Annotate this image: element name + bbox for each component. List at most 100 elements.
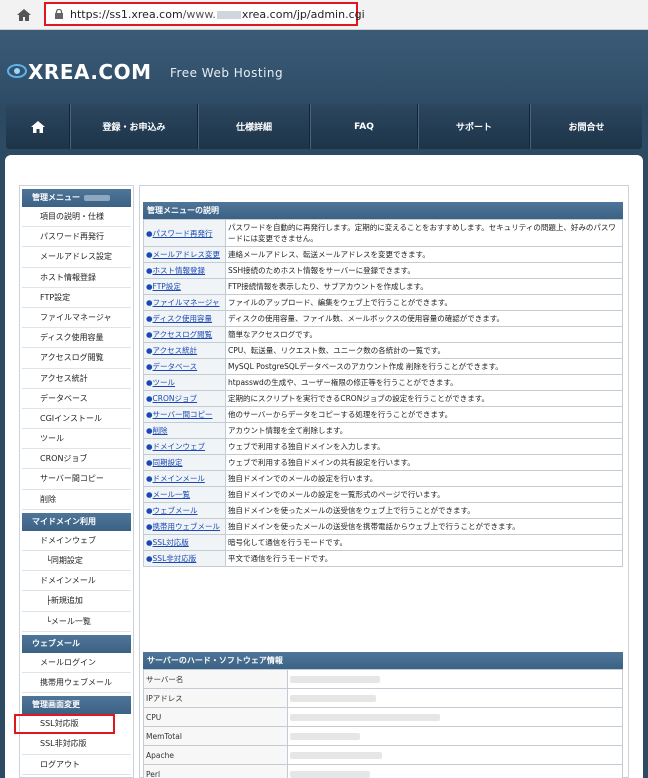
table-row: ●削除 アカウント情報を全て削除します。 bbox=[143, 422, 623, 439]
desc-key-link[interactable]: SSL非対応版 bbox=[153, 554, 197, 563]
nav-register[interactable]: 登録・お申込み bbox=[70, 104, 198, 149]
sidebar-item-access-stats[interactable]: アクセス統計 bbox=[22, 369, 131, 389]
desc-key-link[interactable]: ディスク使用容量 bbox=[153, 314, 212, 323]
table-row: CPU bbox=[143, 707, 623, 727]
desc-key-link[interactable]: SSL対応版 bbox=[153, 538, 189, 547]
desc-key-link[interactable]: ホスト情報登録 bbox=[153, 266, 206, 275]
home-icon[interactable] bbox=[16, 7, 32, 23]
desc-key-link[interactable]: ウェブメール bbox=[153, 506, 198, 515]
spec-value-cell bbox=[287, 707, 623, 727]
desc-key-link[interactable]: 携帯用ウェブメール bbox=[153, 522, 221, 531]
desc-key-link[interactable]: CRONジョブ bbox=[153, 394, 197, 403]
sidebar-item-ssl[interactable]: SSL対応版 bbox=[14, 714, 115, 735]
desc-text-cell: ディスクの使用容量、ファイル数、メールボックスの使用容量の確認ができます。 bbox=[225, 310, 623, 327]
table-row: ●ホスト情報登録 SSH接続のためホスト情報をサーバーに登録できます。 bbox=[143, 262, 623, 279]
desc-text-cell: ウェブで利用する独自ドメインを入力します。 bbox=[225, 438, 623, 455]
desc-text-cell: MySQL PostgreSQLデータベースのアカウント作成 削除を行うことがで… bbox=[225, 358, 623, 375]
sidebar-item-disk[interactable]: ディスク使用容量 bbox=[22, 328, 131, 349]
sidebar-item-mail-login[interactable]: メールログイン bbox=[22, 653, 131, 673]
spec-key-cell: MemTotal bbox=[143, 726, 288, 746]
desc-key-cell: ●パスワード再発行 bbox=[143, 219, 226, 247]
desc-key-link[interactable]: FTP設定 bbox=[153, 282, 181, 291]
spec-value-cell bbox=[287, 745, 623, 765]
table-row: サーバー名 bbox=[143, 669, 623, 689]
desc-key-cell: ●削除 bbox=[143, 422, 226, 439]
sidebar-item-host[interactable]: ホスト情報登録 bbox=[22, 268, 131, 288]
desc-key-link[interactable]: アクセスログ閲覧 bbox=[153, 330, 213, 339]
desc-key-link[interactable]: メールアドレス変更 bbox=[153, 250, 221, 259]
desc-text-cell: 連絡メールアドレス、転送メールアドレスを変更できます。 bbox=[225, 246, 623, 263]
sidebar-item-password[interactable]: パスワード再発行 bbox=[22, 227, 131, 248]
home-icon bbox=[30, 120, 45, 133]
desc-text-cell: 定期的にスクリプトを実行できるCRONジョブの設定を行うことができます。 bbox=[225, 390, 623, 407]
sidebar-item-ftp[interactable]: FTP設定 bbox=[22, 288, 131, 308]
url-input[interactable]: https://ss1.xrea.com/www. xrea.com/jp/adm… bbox=[44, 2, 365, 26]
desc-key-cell: ●SSL非対応版 bbox=[143, 550, 226, 567]
sidebar-item-cron[interactable]: CRONジョブ bbox=[22, 449, 131, 470]
sidebar-item-non-ssl[interactable]: SSL非対応版 bbox=[22, 734, 131, 755]
sidebar-item-logout[interactable]: ログアウト bbox=[22, 755, 131, 775]
desc-key-link[interactable]: ドメインメール bbox=[153, 474, 205, 483]
desc-key-link[interactable]: 削除 bbox=[153, 426, 168, 435]
nav-specs[interactable]: 仕様詳細 bbox=[198, 104, 310, 149]
desc-text-cell: 独自ドメインでのメールの設定を行います。 bbox=[225, 470, 623, 487]
desc-key-link[interactable]: ファイルマネージャ bbox=[153, 298, 220, 307]
desc-key-link[interactable]: データベース bbox=[153, 362, 198, 371]
url-path: /jp/admin.cgi bbox=[293, 8, 365, 21]
site-logo[interactable]: XREA.COM bbox=[28, 60, 152, 84]
desc-key-cell: ●ツール bbox=[143, 374, 226, 391]
sidebar-item-delete[interactable]: 削除 bbox=[22, 490, 131, 510]
desc-key-cell: ●同期設定 bbox=[143, 454, 226, 471]
sidebar-item-cgi[interactable]: CGIインストール bbox=[22, 409, 131, 430]
sidebar-heading-label: 管理メニュー bbox=[32, 193, 80, 202]
nav-home[interactable] bbox=[6, 104, 70, 149]
sidebar-item-access-log[interactable]: アクセスログ閲覧 bbox=[22, 348, 131, 369]
sidebar-item-tools[interactable]: ツール bbox=[22, 429, 131, 450]
desc-text-cell: htpasswdの生成や、ユーザー権限の修正等を行うことができます。 bbox=[225, 374, 623, 391]
nav-support[interactable]: サポート bbox=[418, 104, 530, 149]
desc-text-cell: 簡単なアクセスログです。 bbox=[225, 326, 623, 343]
table-row: ●メールアドレス変更 連絡メールアドレス、転送メールアドレスを変更できます。 bbox=[143, 246, 623, 263]
desc-text-cell: FTP接続情報を表示したり、サブアカウントを作成します。 bbox=[225, 278, 623, 295]
sidebar-item-new-add[interactable]: ├新規追加 bbox=[22, 591, 131, 612]
desc-key-link[interactable]: パスワード再発行 bbox=[153, 229, 213, 238]
table-row: Perl bbox=[143, 764, 623, 778]
nav-contact[interactable]: お問合せ bbox=[530, 104, 642, 149]
desc-key-link[interactable]: アクセス統計 bbox=[153, 346, 198, 355]
table-row: ●ディスク使用容量 ディスクの使用容量、ファイル数、メールボックスの使用容量の確認… bbox=[143, 310, 623, 327]
sidebar-item-domain-mail[interactable]: ドメインメール bbox=[22, 571, 131, 592]
nav-faq[interactable]: FAQ bbox=[310, 104, 418, 149]
sidebar-item-spec[interactable]: 項目の説明・仕様 bbox=[22, 207, 131, 228]
table-row: ●ツール htpasswdの生成や、ユーザー権限の修正等を行うことができます。 bbox=[143, 374, 623, 391]
desc-key-link[interactable]: ツール bbox=[153, 378, 176, 387]
sidebar-item-file-manager[interactable]: ファイルマネージャ bbox=[22, 308, 131, 329]
redacted-value bbox=[290, 676, 380, 683]
table-row: MemTotal bbox=[143, 726, 623, 746]
redacted-username bbox=[84, 194, 110, 201]
redacted-value bbox=[290, 771, 370, 778]
table-row: ●携帯用ウェブメール 独自ドメインを使ったメールの送受信を携帯電話からウェブ上で行… bbox=[143, 518, 623, 535]
redacted-value bbox=[290, 714, 440, 721]
sidebar-item-sync[interactable]: └同期設定 bbox=[22, 551, 131, 572]
url-scheme: https://ss1. bbox=[70, 8, 132, 21]
sidebar-item-domain-web[interactable]: ドメインウェブ bbox=[22, 531, 131, 551]
desc-text-cell: 独自ドメインを使ったメールの送受信を携帯電話からウェブ上で行うことができます。 bbox=[225, 518, 623, 535]
sidebar-item-server-copy[interactable]: サーバー間コピー bbox=[22, 469, 131, 490]
desc-key-cell: ●ホスト情報登録 bbox=[143, 262, 226, 279]
desc-key-link[interactable]: 同期設定 bbox=[153, 458, 183, 467]
desc-key-cell: ●データベース bbox=[143, 358, 226, 375]
desc-key-cell: ●SSL対応版 bbox=[143, 534, 226, 551]
browser-address-bar: https://ss1.xrea.com/www. xrea.com/jp/adm… bbox=[0, 0, 648, 30]
main-nav: 登録・お申込み 仕様詳細 FAQ サポート お問合せ bbox=[6, 104, 642, 149]
desc-key-cell: ●メールアドレス変更 bbox=[143, 246, 226, 263]
sidebar-item-mail-address[interactable]: メールアドレス設定 bbox=[22, 247, 131, 268]
desc-key-link[interactable]: サーバー間コピー bbox=[153, 410, 213, 419]
sidebar-item-database[interactable]: データベース bbox=[22, 389, 131, 409]
table-row: Apache bbox=[143, 745, 623, 765]
desc-key-link[interactable]: ドメインウェブ bbox=[153, 442, 206, 451]
table-row: ●ドメインウェブ ウェブで利用する独自ドメインを入力します。 bbox=[143, 438, 623, 455]
desc-text-cell: 他のサーバーからデータをコピーする処理を行うことができます。 bbox=[225, 406, 623, 423]
sidebar-item-mail-list[interactable]: └メール一覧 bbox=[22, 612, 131, 632]
sidebar-item-mobile-webmail[interactable]: 携帯用ウェブメール bbox=[22, 673, 131, 694]
desc-key-link[interactable]: メール一覧 bbox=[153, 490, 191, 499]
